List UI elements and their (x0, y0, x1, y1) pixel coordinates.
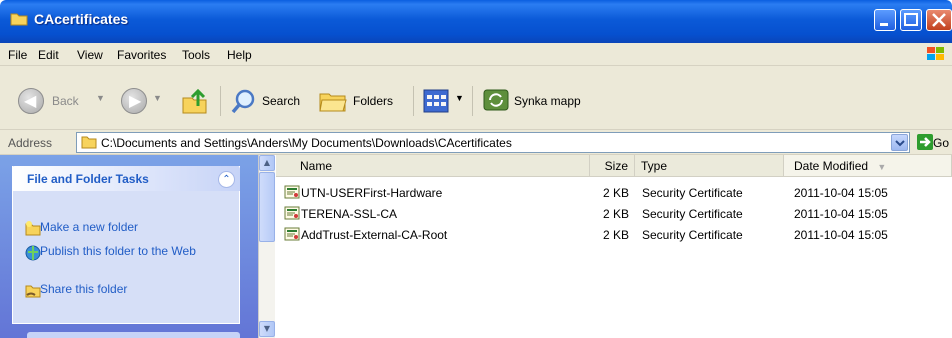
menu-tools[interactable]: Tools (182, 48, 210, 62)
task-share-folder[interactable]: Share this folder (40, 282, 127, 296)
forward-button[interactable]: ▶ (121, 88, 147, 114)
file-modified: 2011-10-04 15:05 (794, 207, 888, 221)
toolbar: ◀ Back ▼ ▶ ▼ Search Folders ▼ Synka mapp (0, 66, 952, 130)
column-name[interactable]: Name (276, 155, 590, 177)
minimize-button[interactable] (874, 9, 896, 31)
maximize-button[interactable] (900, 9, 922, 31)
folder-icon (81, 136, 97, 149)
column-date-modified[interactable]: Date Modified ▼ (784, 155, 952, 177)
task-pane-scrollbar[interactable]: ▲ ▼ (258, 155, 275, 338)
back-label: Back (52, 94, 79, 108)
sort-descending-icon: ▼ (877, 162, 887, 172)
share-folder-icon (25, 285, 41, 298)
collapse-icon[interactable]: ⌃ (218, 171, 235, 188)
toolbar-separator (472, 86, 473, 116)
up-folder-icon[interactable] (180, 86, 210, 116)
publish-web-icon (25, 245, 41, 261)
tasks-header[interactable]: File and Folder Tasks ⌃ (12, 166, 240, 191)
menu-help[interactable]: Help (227, 48, 252, 62)
go-arrow-icon (920, 137, 931, 147)
menu-bar: File Edit View Favorites Tools Help (0, 43, 952, 66)
tasks-header-title: File and Folder Tasks (27, 172, 149, 186)
views-icon[interactable] (423, 88, 451, 114)
close-button[interactable] (926, 9, 952, 31)
column-size[interactable]: Size (590, 155, 635, 177)
certificate-icon (284, 185, 300, 199)
certificate-icon (284, 227, 300, 241)
title-bar[interactable]: CAcertificates (0, 0, 952, 43)
file-type: Security Certificate (642, 228, 743, 242)
forward-arrow-icon: ▶ (129, 91, 142, 110)
file-size: 2 KB (602, 186, 629, 200)
folders-icon[interactable] (318, 88, 348, 114)
back-dropdown-icon[interactable]: ▼ (96, 93, 105, 103)
toolbar-separator (413, 86, 414, 116)
windows-logo-icon (927, 47, 944, 60)
file-name: TERENA-SSL-CA (301, 207, 398, 221)
file-modified: 2011-10-04 15:05 (794, 186, 888, 200)
new-folder-icon (25, 221, 41, 236)
toolbar-separator (220, 86, 221, 116)
file-type: Security Certificate (642, 207, 743, 221)
file-row[interactable]: TERENA-SSL-CA 2 KB Security Certificate … (276, 204, 952, 224)
address-dropdown-button[interactable] (891, 134, 908, 151)
menu-file[interactable]: File (8, 48, 27, 62)
close-icon (932, 13, 946, 27)
search-icon[interactable] (230, 88, 258, 116)
address-input[interactable]: C:\Documents and Settings\Anders\My Docu… (76, 132, 910, 153)
scroll-down-icon[interactable]: ▼ (259, 321, 275, 337)
file-modified: 2011-10-04 15:05 (794, 228, 888, 242)
maximize-icon (904, 13, 918, 26)
task-publish-web[interactable]: Publish this folder to the Web (40, 244, 220, 258)
task-make-new-folder[interactable]: Make a new folder (40, 220, 138, 234)
go-label[interactable]: Go (933, 136, 949, 150)
file-row[interactable]: UTN-USERFirst-Hardware 2 KB Security Cer… (276, 183, 952, 203)
go-button[interactable] (917, 134, 933, 150)
back-button[interactable]: ◀ (18, 88, 44, 114)
search-button[interactable]: Search (262, 94, 300, 108)
chevron-down-icon (895, 140, 905, 147)
file-row[interactable]: AddTrust-External-CA-Root 2 KB Security … (276, 225, 952, 245)
column-type[interactable]: Type (635, 155, 784, 177)
address-label: Address (8, 136, 53, 150)
sync-button[interactable]: Synka mapp (514, 94, 581, 108)
views-dropdown-icon[interactable]: ▼ (455, 93, 464, 103)
certificate-icon (284, 206, 300, 220)
address-path: C:\Documents and Settings\Anders\My Docu… (101, 136, 512, 150)
file-name: AddTrust-External-CA-Root (301, 228, 448, 242)
sync-icon[interactable] (482, 86, 510, 114)
folder-icon (10, 13, 28, 26)
folders-button[interactable]: Folders (353, 94, 393, 108)
menu-favorites[interactable]: Favorites (117, 48, 166, 62)
address-bar: Address C:\Documents and Settings\Anders… (0, 130, 952, 155)
file-list: Name Size Type Date Modified ▼ UTN-USERF… (276, 155, 952, 338)
file-size: 2 KB (602, 228, 629, 242)
back-arrow-icon: ◀ (24, 91, 37, 110)
menu-edit[interactable]: Edit (38, 48, 59, 62)
file-size: 2 KB (602, 207, 629, 221)
forward-dropdown-icon[interactable]: ▼ (153, 93, 162, 103)
window-title: CAcertificates (34, 11, 129, 27)
minimize-icon (880, 23, 888, 26)
task-pane: File and Folder Tasks ⌃ Make a new folde… (0, 155, 258, 338)
scroll-up-icon[interactable]: ▲ (259, 155, 275, 171)
column-date-modified-label: Date Modified (794, 159, 869, 173)
file-type: Security Certificate (642, 186, 743, 200)
next-task-panel-header (27, 332, 240, 338)
menu-view[interactable]: View (77, 48, 103, 62)
scroll-thumb[interactable] (259, 172, 275, 242)
file-name: UTN-USERFirst-Hardware (301, 186, 443, 200)
